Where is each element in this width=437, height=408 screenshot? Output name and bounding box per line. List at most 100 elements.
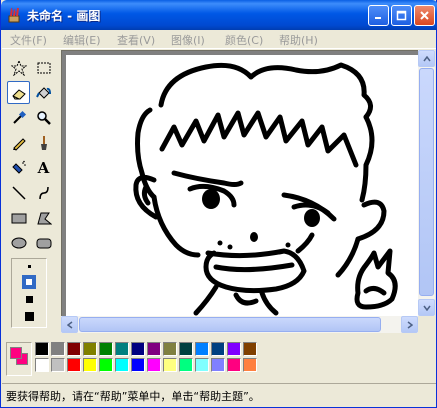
rounded-rect-tool[interactable]: [32, 231, 55, 254]
polygon-icon: [36, 212, 52, 224]
scroll-up-button[interactable]: [418, 50, 435, 67]
menu-colors[interactable]: 颜色(C): [225, 32, 263, 48]
rectangle-icon: [11, 213, 26, 223]
palette-color-swatch[interactable]: [83, 358, 97, 372]
curve-icon: [38, 186, 49, 199]
foreground-color-swatch[interactable]: [10, 347, 22, 359]
maximize-button[interactable]: [391, 5, 412, 26]
vertical-scrollbar[interactable]: [418, 50, 435, 316]
line-icon: [11, 185, 26, 200]
palette-color-swatch[interactable]: [163, 342, 177, 356]
palette-color-swatch[interactable]: [131, 358, 145, 372]
cartoon-face-drawing: [133, 62, 398, 316]
close-button[interactable]: [414, 5, 435, 26]
palette-color-swatch[interactable]: [115, 342, 129, 356]
star-select-icon: [10, 59, 27, 76]
rectangle-tool[interactable]: [7, 206, 30, 229]
palette-color-swatch[interactable]: [195, 358, 209, 372]
palette-color-swatch[interactable]: [35, 358, 49, 372]
palette-color-swatch[interactable]: [243, 342, 257, 356]
palette-color-swatch[interactable]: [227, 358, 241, 372]
eraser-tool[interactable]: [7, 81, 30, 104]
free-form-select-tool[interactable]: [7, 56, 30, 79]
horizontal-scroll-thumb[interactable]: [79, 317, 381, 332]
drawing-canvas[interactable]: [66, 55, 418, 316]
eraser-size-3[interactable]: [26, 296, 33, 303]
brush-tool[interactable]: [32, 131, 55, 154]
palette-color-swatch[interactable]: [51, 342, 65, 356]
canvas-area: [61, 50, 418, 316]
magnifier-icon: [36, 110, 51, 125]
scroll-corner: [418, 316, 435, 333]
eraser-size-2-selected[interactable]: [22, 275, 36, 289]
arrow-down-icon: [422, 305, 431, 311]
palette-color-swatch[interactable]: [147, 342, 161, 356]
current-colors[interactable]: [6, 342, 32, 376]
eraser-icon: [11, 88, 26, 99]
menu-edit[interactable]: 编辑(E): [63, 32, 101, 48]
eraser-size-options: [11, 258, 47, 328]
palette-color-swatch[interactable]: [131, 342, 145, 356]
brush-icon: [40, 135, 47, 150]
pencil-icon: [12, 137, 26, 151]
scroll-left-button[interactable]: [61, 316, 78, 333]
curve-tool[interactable]: [32, 181, 55, 204]
menu-help[interactable]: 帮助(H): [279, 32, 318, 48]
palette-color-swatch[interactable]: [99, 342, 113, 356]
polygon-tool[interactable]: [32, 206, 55, 229]
palette-color-swatch[interactable]: [51, 358, 65, 372]
menu-file[interactable]: 文件(F): [10, 32, 47, 48]
ellipse-icon: [11, 237, 26, 248]
color-palette: [2, 336, 436, 382]
arrow-left-icon: [66, 320, 72, 329]
rounded-rect-icon: [36, 238, 51, 248]
airbrush-icon: [11, 160, 26, 174]
scroll-down-button[interactable]: [418, 299, 435, 316]
palette-color-swatch[interactable]: [67, 342, 81, 356]
status-text: 要获得帮助，请在“帮助”菜单中，单击“帮助主题”。: [6, 390, 260, 403]
palette-color-swatch[interactable]: [99, 358, 113, 372]
menu-view[interactable]: 查看(V): [117, 32, 155, 48]
title-bar[interactable]: 未命名 - 画图: [1, 0, 437, 30]
palette-color-swatch[interactable]: [195, 342, 209, 356]
ellipse-tool[interactable]: [7, 231, 30, 254]
status-bar: 要获得帮助，请在“帮助”菜单中，单击“帮助主题”。: [2, 383, 436, 407]
eyedropper-icon: [12, 110, 26, 124]
minimize-button[interactable]: [368, 5, 389, 26]
paint-window: 未命名 - 画图 文件(F) 编辑(E) 查看(V) 图像(I) 颜色(C) 帮…: [0, 0, 437, 408]
palette-color-swatch[interactable]: [35, 342, 49, 356]
airbrush-tool[interactable]: [7, 156, 30, 179]
palette-color-swatch[interactable]: [163, 358, 177, 372]
fill-tool[interactable]: [32, 81, 55, 104]
paint-app-icon: [7, 7, 23, 23]
rect-select-icon: [37, 62, 50, 73]
vertical-scroll-thumb[interactable]: [419, 68, 434, 296]
rect-select-tool[interactable]: [32, 56, 55, 79]
palette-color-swatch[interactable]: [179, 342, 193, 356]
eraser-size-4[interactable]: [25, 312, 34, 321]
arrow-right-icon: [407, 320, 413, 329]
palette-color-swatch[interactable]: [147, 358, 161, 372]
palette-color-swatch[interactable]: [211, 358, 225, 372]
menu-bar: 文件(F) 编辑(E) 查看(V) 图像(I) 颜色(C) 帮助(H): [2, 30, 436, 49]
pencil-tool[interactable]: [7, 131, 30, 154]
text-A-icon: A: [37, 158, 50, 177]
palette-color-swatch[interactable]: [227, 342, 241, 356]
pick-color-tool[interactable]: [7, 106, 30, 129]
paint-bucket-icon: [35, 86, 51, 99]
palette-color-swatch[interactable]: [211, 342, 225, 356]
palette-color-swatch[interactable]: [115, 358, 129, 372]
text-tool[interactable]: A: [32, 156, 55, 179]
magnifier-tool[interactable]: [32, 106, 55, 129]
palette-color-swatch[interactable]: [179, 358, 193, 372]
palette-color-swatch[interactable]: [83, 342, 97, 356]
line-tool[interactable]: [7, 181, 30, 204]
menu-image[interactable]: 图像(I): [171, 32, 205, 48]
scroll-right-button[interactable]: [401, 316, 418, 333]
palette-color-swatch[interactable]: [243, 358, 257, 372]
eraser-size-1[interactable]: [28, 265, 31, 268]
horizontal-scrollbar[interactable]: [61, 316, 418, 333]
palette-color-swatch[interactable]: [67, 358, 81, 372]
window-title: 未命名 - 画图: [27, 9, 101, 23]
toolbox: A: [2, 50, 58, 334]
